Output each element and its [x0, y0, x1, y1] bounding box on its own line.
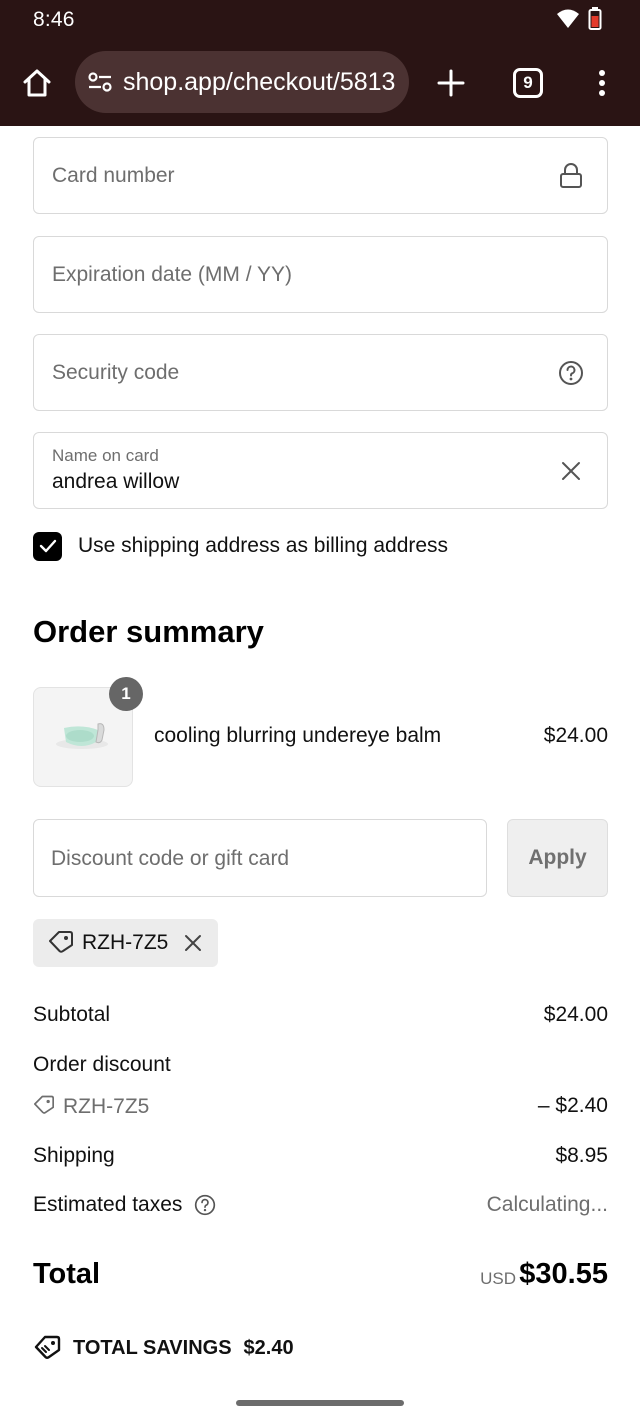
name-on-card-label: Name on card — [52, 446, 159, 465]
apply-button[interactable]: Apply — [507, 819, 608, 897]
checkmark-icon — [39, 539, 56, 553]
subtotal-label: Subtotal — [33, 1003, 111, 1026]
expiration-placeholder: Expiration date (MM / YY) — [52, 263, 293, 286]
order-summary-title: Order summary — [33, 614, 264, 649]
url-text[interactable]: shop.app/checkout/5813 — [123, 68, 395, 97]
product-name: cooling blurring undereye balm — [154, 724, 442, 747]
shipping-label: Shipping — [33, 1144, 115, 1167]
quantity-badge: 1 — [109, 677, 143, 711]
site-settings-icon[interactable] — [87, 69, 113, 95]
total-currency: USD — [480, 1269, 516, 1288]
security-code-field[interactable]: Security code — [33, 334, 608, 411]
total-value: $30.55 — [519, 1258, 608, 1290]
order-discount-value: – $2.40 — [537, 1094, 608, 1117]
taxes-value: Calculating... — [486, 1193, 608, 1216]
order-discount-code: RZH-7Z5 — [33, 1094, 149, 1119]
name-on-card-field[interactable]: Name on card andrea willow — [33, 432, 608, 509]
address-bar[interactable]: shop.app/checkout/5813 — [75, 51, 409, 113]
tab-switcher-button[interactable]: 9 — [505, 60, 551, 106]
status-bar: 8:46 — [0, 0, 640, 40]
savings-tag-icon — [33, 1333, 61, 1364]
billing-address-option[interactable]: Use shipping address as billing address — [33, 531, 448, 561]
wifi-icon — [556, 8, 580, 35]
total-savings-row: TOTAL SAVINGS $2.40 — [33, 1333, 294, 1364]
tag-icon — [48, 929, 74, 958]
browser-toolbar: shop.app/checkout/5813 9 — [0, 40, 640, 126]
shipping-value: $8.95 — [555, 1144, 608, 1167]
discount-placeholder: Discount code or gift card — [51, 847, 290, 870]
remove-code-icon[interactable] — [182, 932, 204, 954]
order-discount-code-text: RZH-7Z5 — [63, 1094, 150, 1118]
gesture-home-indicator[interactable] — [236, 1400, 404, 1406]
tab-count: 9 — [513, 68, 543, 98]
expiration-date-field[interactable]: Expiration date (MM / YY) — [33, 236, 608, 313]
clear-icon[interactable] — [557, 457, 585, 485]
security-code-placeholder: Security code — [52, 361, 180, 384]
home-button[interactable] — [14, 60, 60, 106]
applied-code-text: RZH-7Z5 — [82, 931, 169, 954]
billing-checkbox-label[interactable]: Use shipping address as billing address — [78, 534, 448, 558]
total-savings-label: TOTAL SAVINGS — [73, 1337, 232, 1359]
more-menu-button[interactable] — [580, 60, 624, 106]
name-on-card-value[interactable]: andrea willow — [52, 470, 179, 494]
estimated-taxes-row: Estimated taxes — [33, 1193, 216, 1217]
card-number-field[interactable]: Card number — [33, 137, 608, 214]
plus-icon — [437, 69, 465, 97]
status-time: 8:46 — [33, 8, 75, 31]
card-number-placeholder: Card number — [52, 164, 175, 187]
discount-code-input[interactable]: Discount code or gift card — [33, 819, 487, 897]
product-price: $24.00 — [543, 724, 608, 747]
new-tab-button[interactable] — [428, 60, 474, 106]
total-label: Total — [33, 1258, 101, 1290]
help-icon[interactable] — [557, 359, 585, 387]
total-savings-value: $2.40 — [243, 1337, 294, 1359]
tag-icon — [33, 1094, 55, 1119]
taxes-label: Estimated taxes — [33, 1193, 183, 1216]
billing-checkbox[interactable] — [33, 531, 62, 561]
subtotal-value: $24.00 — [543, 1003, 608, 1026]
battery-icon — [588, 7, 602, 36]
help-icon[interactable] — [194, 1194, 216, 1216]
applied-discount-chip: RZH-7Z5 — [33, 919, 218, 967]
home-icon — [23, 69, 51, 97]
more-vert-icon — [599, 70, 605, 96]
order-discount-label: Order discount — [33, 1053, 171, 1076]
lock-icon — [557, 162, 585, 190]
